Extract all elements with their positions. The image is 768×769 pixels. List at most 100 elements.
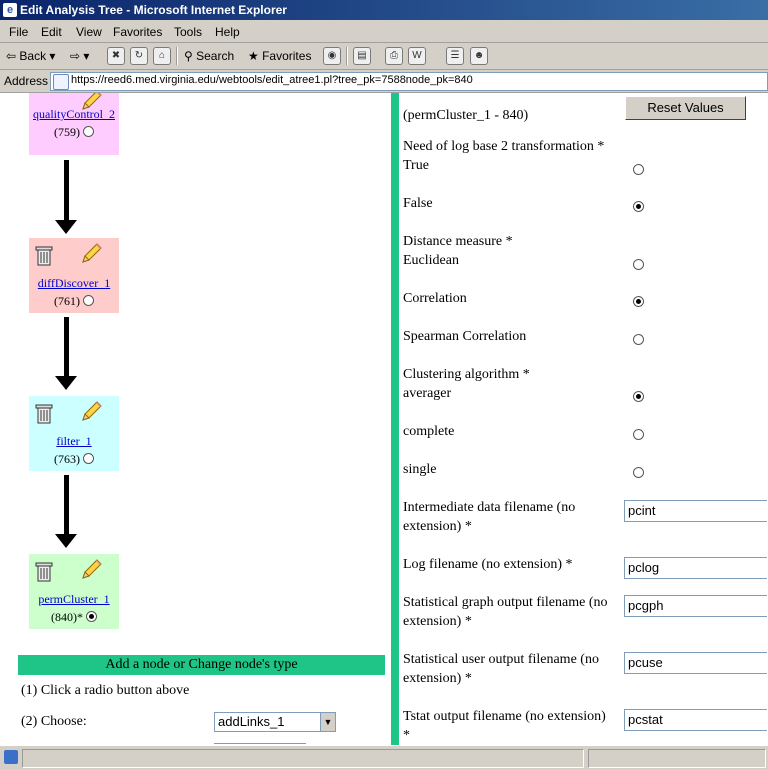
log-filename-label: Log filename (no extension) *: [403, 557, 573, 572]
history-icon[interactable]: ▤: [353, 47, 371, 65]
pencil-icon[interactable]: [79, 400, 103, 424]
option-correlation-radio[interactable]: [633, 296, 644, 307]
home-icon[interactable]: ⌂: [153, 47, 171, 65]
node-radio[interactable]: [83, 294, 94, 306]
favorites-button[interactable]: ★ Favorites: [248, 48, 311, 64]
pencil-icon[interactable]: [79, 558, 103, 582]
log-filename-input[interactable]: pclog: [624, 557, 767, 579]
tstat-filename-label: Tstat output filename (no extension): [403, 709, 606, 724]
step2-label: (2) Choose:: [21, 714, 87, 729]
page-content: qualityControl_2 (759) diffDiscover_1 (7…: [0, 93, 768, 745]
tree-node-filter: filter_1 (763): [29, 396, 119, 471]
chevron-down-icon[interactable]: ▼: [320, 713, 335, 731]
intermediate-filename-label-2: extension) *: [403, 519, 472, 534]
node-id-text: (763): [54, 452, 80, 466]
pencil-icon[interactable]: [79, 242, 103, 266]
forward-button[interactable]: ⇨ ▾: [70, 48, 89, 64]
node-id: (759): [29, 125, 119, 140]
tree-node-qualitycontrol: qualityControl_2 (759): [29, 93, 119, 155]
tree-node-permcluster: permCluster_1 (840)*: [29, 554, 119, 629]
zone-pane: [588, 749, 766, 768]
user-output-filename-input[interactable]: pcuse: [624, 652, 767, 674]
node-id: (840)*: [29, 610, 119, 625]
option-single-radio[interactable]: [633, 467, 644, 478]
trash-icon[interactable]: [35, 402, 53, 424]
reset-values-button[interactable]: Reset Values: [625, 96, 746, 120]
tstat-filename-value: pcstat: [628, 712, 663, 727]
intermediate-filename-value: pcint: [628, 503, 656, 518]
node-id-text: (840)*: [51, 610, 83, 624]
option-spearman-radio[interactable]: [633, 334, 644, 345]
search-label: Search: [196, 49, 235, 63]
window-title: Edit Analysis Tree - Microsoft Internet …: [20, 3, 287, 17]
menu-bar: File Edit View Favorites Tools Help: [0, 21, 768, 43]
tree-node-diffdiscover: diffDiscover_1 (761): [29, 238, 119, 313]
option-false-radio[interactable]: [633, 201, 644, 212]
trash-icon[interactable]: [35, 560, 53, 582]
tree-arrow-head: [55, 376, 77, 390]
log-filename-value: pclog: [628, 560, 660, 575]
back-button[interactable]: ⇦ Back ▾: [6, 48, 55, 64]
menu-tools[interactable]: Tools: [174, 25, 202, 39]
option-true-label: True: [403, 158, 429, 173]
status-pane: [22, 749, 584, 768]
node-link[interactable]: diffDiscover_1: [29, 276, 119, 291]
page-status-icon: [4, 750, 18, 764]
address-label: Address: [4, 74, 49, 88]
node-id: (761): [29, 294, 119, 309]
node-radio[interactable]: [83, 125, 94, 137]
window-titlebar: e Edit Analysis Tree - Microsoft Interne…: [0, 0, 768, 20]
trash-icon[interactable]: [35, 244, 53, 266]
address-input[interactable]: https://reed6.med.virginia.edu/webtools/…: [50, 72, 768, 91]
menu-help[interactable]: Help: [215, 25, 240, 39]
node-id-text: (761): [54, 294, 80, 308]
option-euclidean-label: Euclidean: [403, 253, 459, 268]
search-button[interactable]: ⚲ Search: [184, 48, 234, 64]
edit-icon[interactable]: W: [408, 47, 426, 65]
step1-label: (1) Click a radio button above: [21, 683, 190, 698]
option-false-label: False: [403, 196, 433, 211]
option-complete-radio[interactable]: [633, 429, 644, 440]
refresh-icon[interactable]: ↻: [130, 47, 148, 65]
menu-view[interactable]: View: [76, 25, 102, 39]
toolbar-separator: [346, 47, 348, 65]
menu-favorites[interactable]: Favorites: [113, 25, 162, 39]
messenger-icon[interactable]: ☻: [470, 47, 488, 65]
intermediate-filename-label: Intermediate data filename (no: [403, 500, 576, 515]
address-url: https://reed6.med.virginia.edu/webtools/…: [71, 74, 473, 86]
tree-arrow-head: [55, 220, 77, 234]
node-type-select[interactable]: addLinks_1 ▼: [214, 712, 336, 732]
tstat-filename-input[interactable]: pcstat: [624, 709, 767, 731]
node-radio[interactable]: [86, 610, 97, 622]
menu-file[interactable]: File: [9, 25, 28, 39]
node-radio[interactable]: [83, 452, 94, 464]
graph-filename-label-2: extension) *: [403, 614, 472, 629]
toolbar-separator: [176, 47, 178, 65]
option-spearman-label: Spearman Correlation: [403, 329, 527, 344]
stop-icon[interactable]: ✖: [107, 47, 125, 65]
tree-arrow: [64, 317, 69, 377]
discuss-icon[interactable]: ☰: [446, 47, 464, 65]
distance-label: Distance measure *: [403, 234, 513, 249]
intermediate-filename-input[interactable]: pcint: [624, 500, 767, 522]
option-euclidean-radio[interactable]: [633, 259, 644, 270]
media-icon[interactable]: ◉: [323, 47, 341, 65]
page-icon: [53, 74, 69, 90]
graph-filename-value: pcgph: [628, 598, 664, 613]
back-label: Back: [19, 49, 47, 63]
tree-arrow-head: [55, 534, 77, 548]
print-icon[interactable]: ⎙: [385, 47, 403, 65]
option-true-radio[interactable]: [633, 164, 644, 175]
graph-filename-label: Statistical graph output filename (no: [403, 595, 608, 610]
toolbar: ⇦ Back ▾ ⇨ ▾ ✖ ↻ ⌂ ⚲ Search ★ Favorites …: [0, 43, 768, 70]
option-averager-radio[interactable]: [633, 391, 644, 402]
node-link[interactable]: filter_1: [29, 434, 119, 449]
node-link[interactable]: permCluster_1: [29, 592, 119, 607]
panel-divider: [391, 93, 399, 745]
status-bar: [0, 745, 768, 769]
option-complete-label: complete: [403, 424, 455, 439]
node-link[interactable]: qualityControl_2: [29, 107, 119, 122]
option-correlation-label: Correlation: [403, 291, 467, 306]
menu-edit[interactable]: Edit: [41, 25, 62, 39]
graph-filename-input[interactable]: pcgph: [624, 595, 767, 617]
